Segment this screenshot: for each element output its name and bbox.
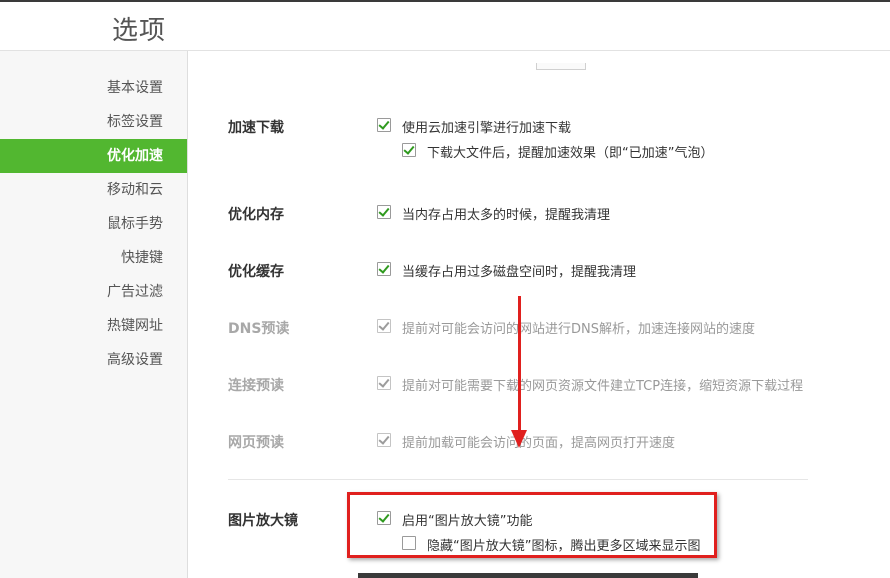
option-label: 当内存占用太多的时候，提醒我清理 bbox=[402, 208, 611, 223]
sidebar-item-hotkey-urls[interactable]: 热键网址 bbox=[0, 309, 187, 343]
sidebar-item-label: 标签设置 bbox=[107, 114, 163, 130]
sidebar-item-label: 鼠标手势 bbox=[107, 216, 163, 232]
sidebar-item-mouse-gestures[interactable]: 鼠标手势 bbox=[0, 207, 187, 241]
annotation-arrow-icon bbox=[511, 430, 527, 448]
sidebar-item-label: 移动和云 bbox=[107, 182, 163, 198]
option-label: 使用云加速引擎进行加速下载 bbox=[402, 121, 572, 136]
section-label-dns: DNS预读 bbox=[228, 321, 290, 337]
page-title: 选项 bbox=[112, 16, 167, 46]
sidebar-item-label: 广告过滤 bbox=[107, 284, 163, 300]
bottom-edge bbox=[358, 573, 698, 578]
sidebar-item-label: 热键网址 bbox=[107, 318, 163, 334]
section-label-cache: 优化缓存 bbox=[228, 264, 284, 280]
sidebar-item-adblock[interactable]: 广告过滤 bbox=[0, 275, 187, 309]
sidebar-item-label: 优化加速 bbox=[107, 148, 163, 164]
header: 选项 bbox=[0, 2, 890, 51]
sidebar-item-mobile-cloud[interactable]: 移动和云 bbox=[0, 173, 187, 207]
checkbox-memory-reminder[interactable] bbox=[377, 205, 391, 219]
checkbox-dns-prefetch[interactable] bbox=[377, 319, 391, 333]
section-label-page: 网页预读 bbox=[228, 435, 284, 451]
section-label-memory: 优化内存 bbox=[228, 207, 284, 223]
sidebar-item-label: 高级设置 bbox=[107, 352, 163, 368]
sidebar-item-advanced[interactable]: 高级设置 bbox=[0, 343, 187, 377]
option-label: 提前对可能会访问的网站进行DNS解析，加速连接网站的速度 bbox=[402, 322, 755, 337]
annotation-arrow-shaft bbox=[518, 296, 521, 432]
section-divider bbox=[228, 479, 808, 480]
sidebar-item-optimize[interactable]: 优化加速 bbox=[0, 139, 187, 173]
sidebar-item-label: 基本设置 bbox=[107, 80, 163, 96]
option-label: 提前加载可能会访问的页面，提高网页打开速度 bbox=[402, 436, 676, 451]
scroll-indicator[interactable] bbox=[536, 63, 586, 70]
option-label: 当缓存占用过多磁盘空间时，提醒我清理 bbox=[402, 265, 637, 280]
sidebar-item-label: 快捷键 bbox=[121, 250, 163, 266]
option-label: 下载大文件后，提醒加速效果（即“已加速”气泡） bbox=[427, 146, 714, 161]
sidebar-item-tabs[interactable]: 标签设置 bbox=[0, 105, 187, 139]
checkbox-download-reminder[interactable] bbox=[402, 143, 416, 157]
sidebar-item-basic[interactable]: 基本设置 bbox=[0, 71, 187, 105]
option-label: 提前对可能需要下载的网页资源文件建立TCP连接，缩短资源下载过程 bbox=[402, 379, 804, 394]
section-label-connect: 连接预读 bbox=[228, 378, 284, 394]
sidebar: 基本设置 标签设置 优化加速 移动和云 鼠标手势 快捷键 广告过滤 热键网址 高… bbox=[0, 51, 188, 578]
section-label-download: 加速下载 bbox=[228, 120, 284, 136]
checkbox-tcp-prefetch[interactable] bbox=[377, 376, 391, 390]
checkbox-page-prefetch[interactable] bbox=[377, 433, 391, 447]
annotation-highlight-box bbox=[347, 492, 717, 558]
checkbox-cache-reminder[interactable] bbox=[377, 262, 391, 276]
sidebar-item-shortcuts[interactable]: 快捷键 bbox=[0, 241, 187, 275]
section-label-magnifier: 图片放大镜 bbox=[228, 513, 298, 529]
checkbox-cloud-download[interactable] bbox=[377, 118, 391, 132]
